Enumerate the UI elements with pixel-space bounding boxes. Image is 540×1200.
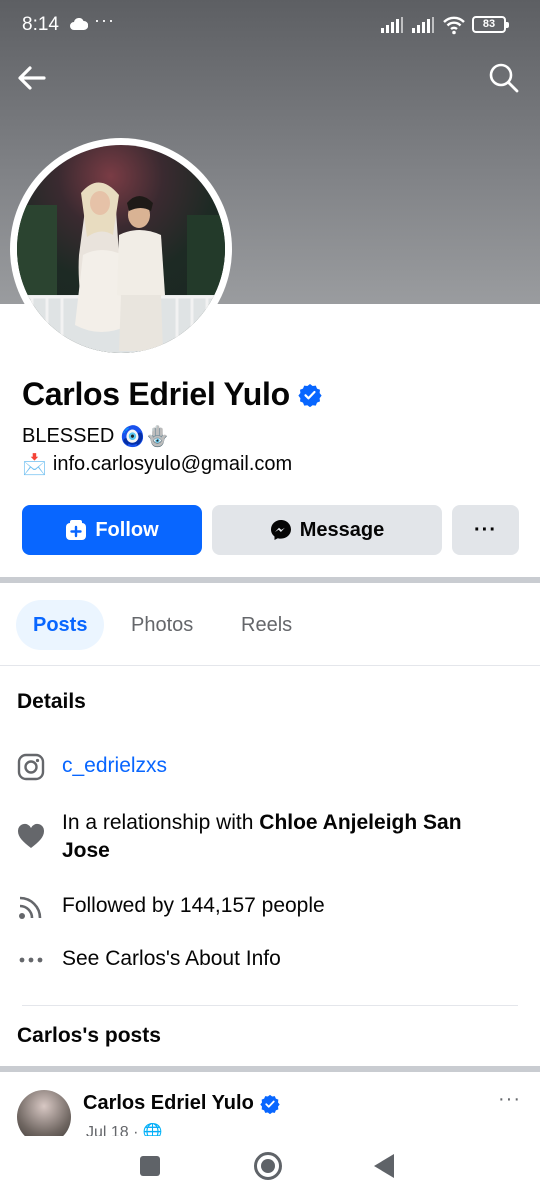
message-button[interactable]: Message [212,505,442,555]
follow-button-label: Follow [95,518,159,541]
bio-line-1: BLESSED 🧿🪬 [22,424,170,449]
profile-name: Carlos Edriel Yulo [22,376,290,412]
bio-line-2: 📩 info.carlosyulo@gmail.com [22,452,292,477]
bio-emojis: 🧿🪬 [120,426,171,448]
signal-icon-2 [412,17,434,33]
tab-photos[interactable]: Photos [114,600,210,650]
home-icon[interactable] [254,1152,282,1180]
more-dots-icon [16,945,46,975]
back-triangle-icon[interactable] [374,1154,394,1178]
signal-icon [381,17,403,33]
details-title: Details [17,690,86,713]
bio-email: info.carlosyulo@gmail.com [52,453,293,475]
post-author-row[interactable]: Carlos Edriel Yulo [83,1092,280,1115]
profile-picture[interactable] [10,138,232,360]
post-author-name[interactable]: Carlos Edriel Yulo [83,1092,254,1115]
details-divider [22,1005,518,1006]
follow-plus-icon [66,520,87,540]
status-bar: 8:14 ··· 83 [0,0,540,52]
back-arrow-icon[interactable] [14,60,50,96]
status-time: 8:14 [22,14,59,35]
tab-posts[interactable]: Posts [16,600,105,650]
system-nav-bar [0,1136,540,1200]
detail-about[interactable]: See Carlos's About Info [16,945,281,975]
posts-divider [0,1066,540,1072]
posts-section-title: Carlos's posts [17,1024,161,1047]
follow-button[interactable]: Follow [22,505,202,555]
relationship-text: In a relationship with Chloe Anjeleigh S… [62,809,512,865]
recents-icon[interactable] [140,1156,160,1176]
post-verified-badge-icon [260,1094,280,1114]
instagram-handle-link[interactable]: c_edrielzxs [62,752,167,780]
wifi-icon [443,16,465,35]
see-about-info-link[interactable]: See Carlos's About Info [62,945,281,973]
instagram-icon [16,752,46,782]
detail-followers: Followed by 144,157 people [16,892,325,922]
cloud-icon [70,18,88,30]
detail-relationship: In a relationship with Chloe Anjeleigh S… [16,809,512,865]
profile-tabs: Posts Photos Reels [0,584,540,666]
profile-photo-illustration [17,182,225,353]
status-more-dots: ··· [94,10,115,30]
rss-followers-icon [16,892,46,922]
battery-indicator: 83 [472,16,509,33]
followers-count-text: Followed by 144,157 people [62,894,325,917]
messenger-icon [270,520,291,540]
relationship-prefix: In a relationship with [62,811,260,834]
post-more-button[interactable]: ··· [498,1088,521,1111]
tab-reels[interactable]: Reels [224,600,309,650]
verified-badge-icon [298,383,322,407]
profile-photo-image [17,145,225,353]
bio-text: BLESSED [22,425,115,447]
message-button-label: Message [299,518,385,541]
profile-name-row: Carlos Edriel Yulo [22,376,322,413]
detail-instagram[interactable]: c_edrielzxs [16,752,167,782]
search-icon[interactable] [486,60,522,96]
section-divider [0,577,540,583]
heart-icon [16,821,46,851]
post-date: Jul 18 · 🌐 [86,1124,163,1136]
envelope-icon: 📩 [22,454,47,476]
more-options-button[interactable]: ··· [452,505,519,555]
